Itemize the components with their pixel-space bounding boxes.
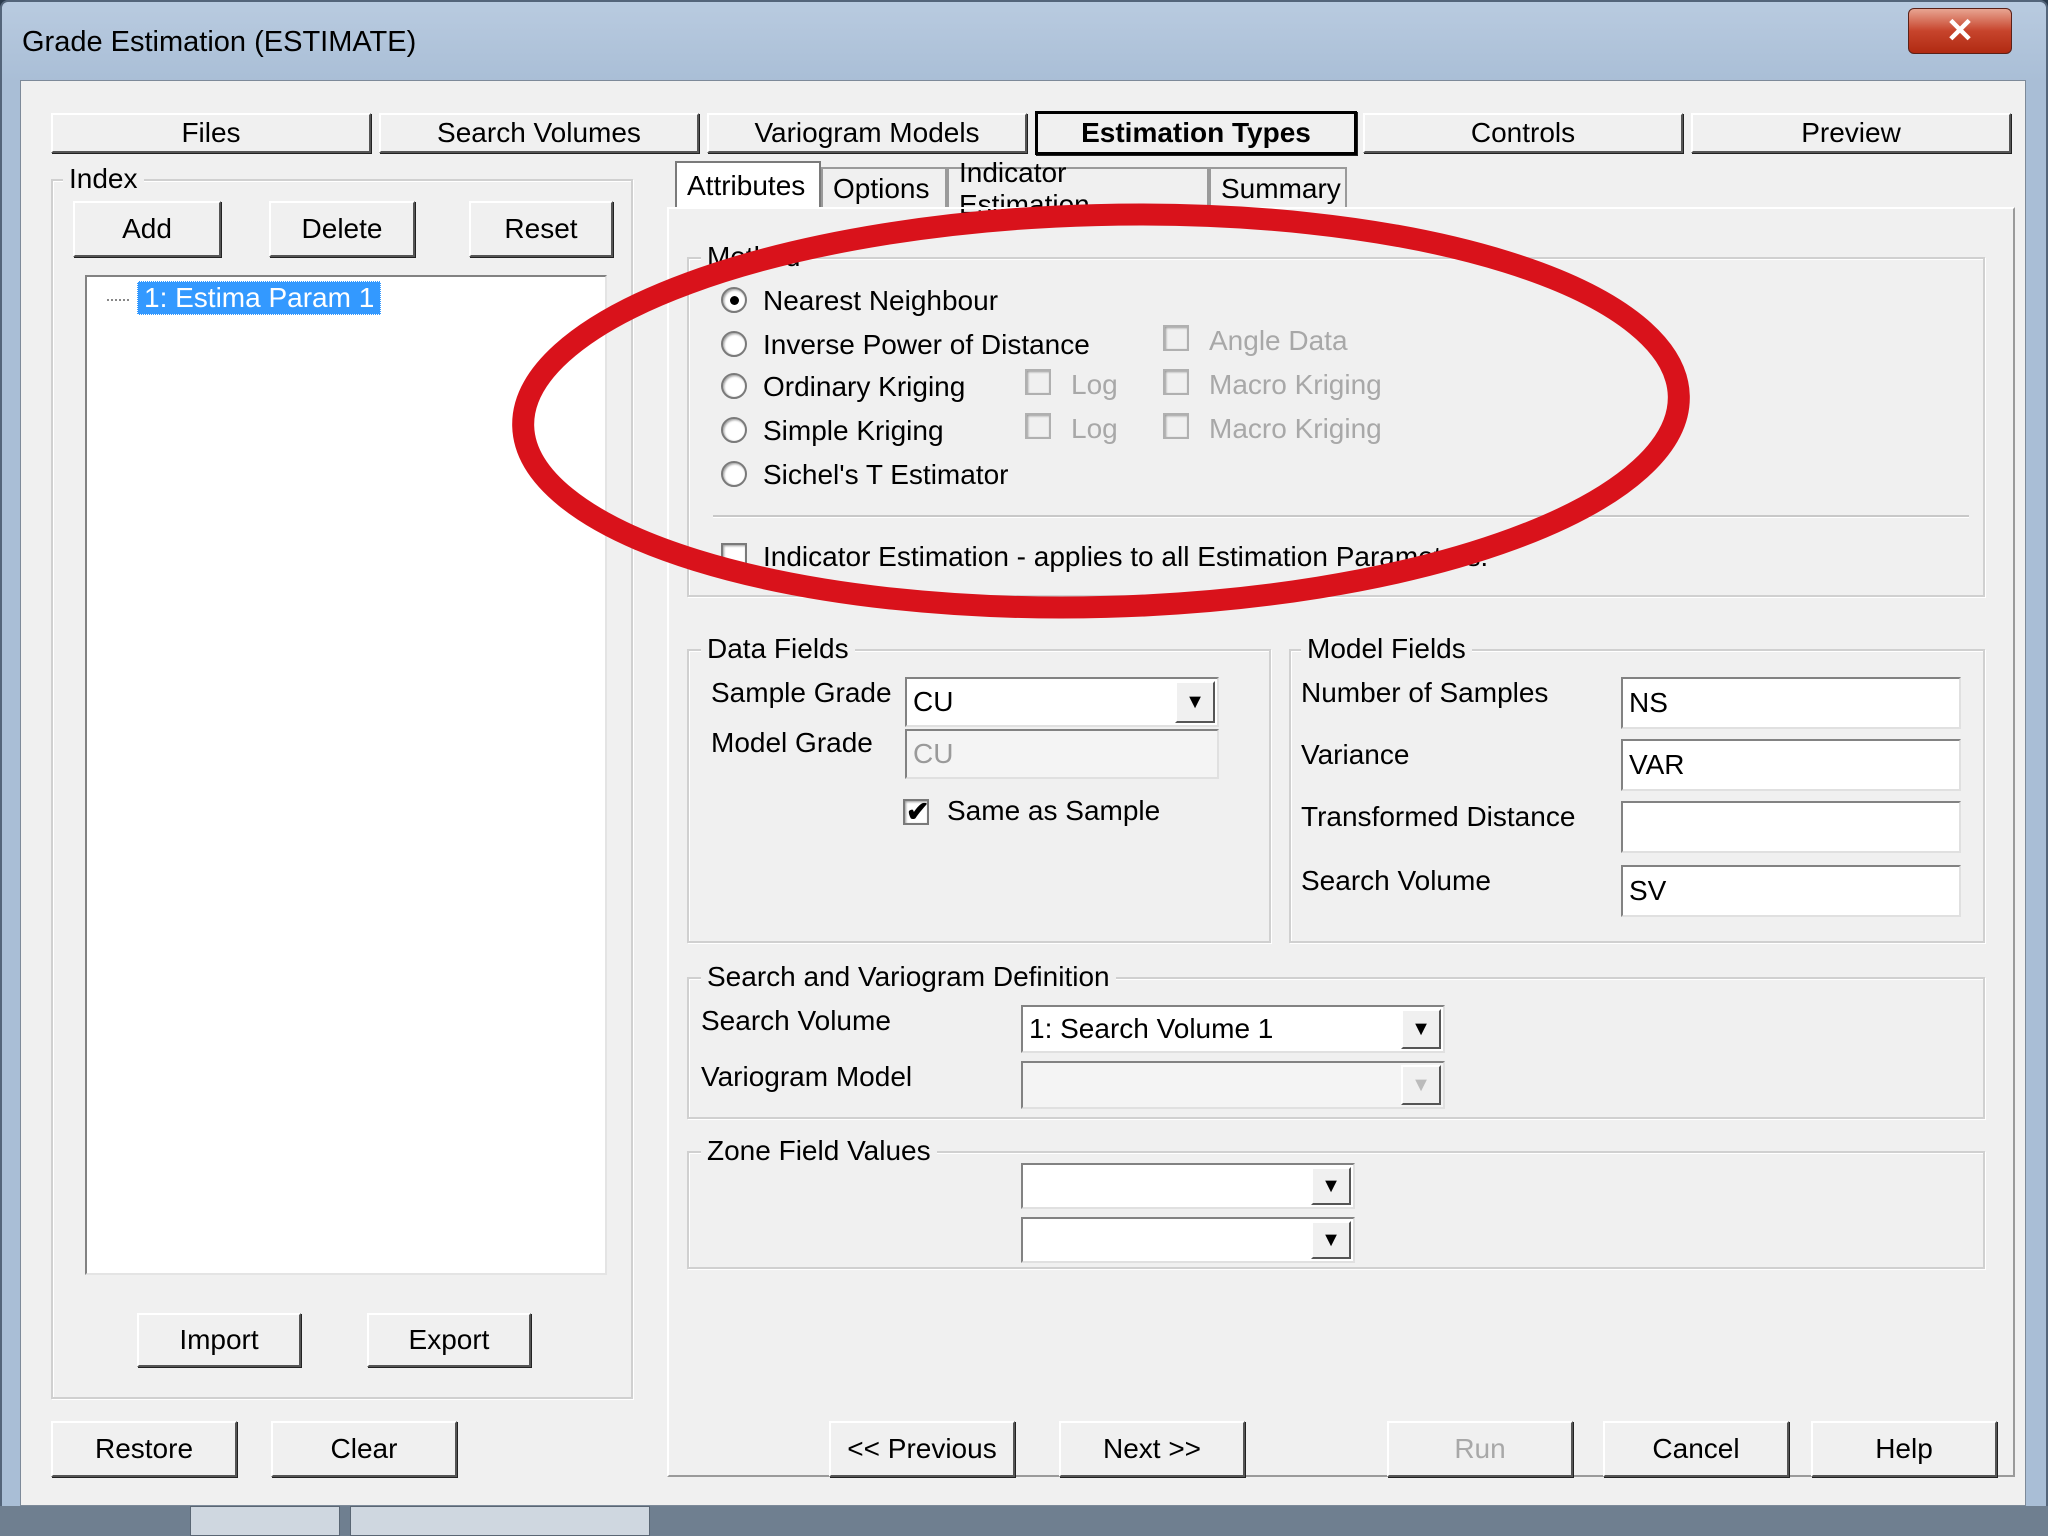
label-model-grade: Model Grade <box>711 727 873 758</box>
close-icon: ✕ <box>1945 12 1975 50</box>
data-fields-title: Data Fields <box>701 633 855 665</box>
transformed-distance-input[interactable] <box>1621 801 1961 853</box>
label-log-ordinary: Log <box>1071 369 1118 400</box>
method-separator <box>713 515 1969 518</box>
next-button[interactable]: Next >> <box>1059 1421 1245 1477</box>
label-log-simple: Log <box>1071 413 1118 444</box>
tab-summary[interactable]: Summary <box>1209 167 1347 209</box>
tab-variogram-models[interactable]: Variogram Models <box>707 113 1027 153</box>
tree-connector <box>107 299 129 301</box>
variogram-model-select[interactable]: ▼ <box>1021 1061 1445 1109</box>
label-same-as-sample: Same as Sample <box>947 795 1161 826</box>
window-title: Grade Estimation (ESTIMATE) <box>22 26 417 58</box>
chevron-down-icon[interactable]: ▼ <box>1311 1221 1351 1259</box>
chevron-down-icon[interactable]: ▼ <box>1401 1009 1441 1049</box>
sample-grade-select[interactable]: CU ▼ <box>905 677 1219 727</box>
checkbox-macro-kriging-ordinary[interactable] <box>1163 369 1189 395</box>
model-grade-value: CU <box>913 738 954 769</box>
previous-button[interactable]: << Previous <box>829 1421 1015 1477</box>
tab-controls[interactable]: Controls <box>1363 113 1683 153</box>
checkbox-macro-kriging-simple[interactable] <box>1163 413 1189 439</box>
search-volume-value: 1: Search Volume 1 <box>1029 1013 1274 1044</box>
clear-button[interactable]: Clear <box>271 1421 457 1477</box>
label-macro-kriging-ordinary: Macro Kriging <box>1209 369 1382 400</box>
model-fields-title: Model Fields <box>1301 633 1472 665</box>
label-sample-grade: Sample Grade <box>711 677 892 708</box>
cancel-button[interactable]: Cancel <box>1603 1421 1789 1477</box>
radio-simple-kriging[interactable] <box>721 417 747 443</box>
tab-options[interactable]: Options <box>821 167 947 209</box>
search-volume-select[interactable]: 1: Search Volume 1 ▼ <box>1021 1005 1445 1053</box>
radio-ordinary-kriging[interactable] <box>721 373 747 399</box>
delete-button[interactable]: Delete <box>269 201 415 257</box>
tree-item-estima-param-1[interactable]: 1: Estima Param 1 <box>137 281 382 315</box>
add-button[interactable]: Add <box>73 201 221 257</box>
search-volume-field-value: SV <box>1629 875 1667 906</box>
label-inverse-power: Inverse Power of Distance <box>763 329 1090 360</box>
help-button[interactable]: Help <box>1811 1421 1997 1477</box>
sample-grade-value: CU <box>913 686 954 717</box>
checkbox-indicator-estimation[interactable] <box>721 543 747 569</box>
label-angle-data: Angle Data <box>1209 325 1348 356</box>
run-button[interactable]: Run <box>1387 1421 1573 1477</box>
search-variogram-title: Search and Variogram Definition <box>701 961 1116 993</box>
index-tree[interactable]: 1: Estima Param 1 <box>85 275 607 1275</box>
dialog-window: Grade Estimation (ESTIMATE) ✕ Files Sear… <box>0 0 2048 1512</box>
variance-value: VAR <box>1629 749 1685 780</box>
label-variance: Variance <box>1301 739 1410 770</box>
chevron-down-icon[interactable]: ▼ <box>1311 1167 1351 1205</box>
label-transformed-distance: Transformed Distance <box>1301 801 1576 832</box>
zone-field-select-2[interactable]: ▼ <box>1021 1217 1355 1263</box>
search-volume-field-input[interactable]: SV <box>1621 865 1961 917</box>
index-group-title: Index <box>63 163 144 195</box>
label-simple-kriging: Simple Kriging <box>763 415 944 446</box>
checkbox-log-ordinary[interactable] <box>1025 369 1051 395</box>
close-button[interactable]: ✕ <box>1908 8 2012 54</box>
checkbox-angle-data[interactable] <box>1163 325 1189 351</box>
zone-field-select-1[interactable]: ▼ <box>1021 1163 1355 1209</box>
tab-estimation-types[interactable]: Estimation Types <box>1035 111 1357 155</box>
radio-inverse-power[interactable] <box>721 331 747 357</box>
tab-preview[interactable]: Preview <box>1691 113 2011 153</box>
import-button[interactable]: Import <box>137 1313 301 1367</box>
radio-sichels-t-estimator[interactable] <box>721 461 747 487</box>
number-of-samples-value: NS <box>1629 687 1668 718</box>
method-group-title: Method <box>701 241 807 273</box>
variance-input[interactable]: VAR <box>1621 739 1961 791</box>
label-search-volume: Search Volume <box>701 1005 891 1036</box>
label-indicator-estimation: Indicator Estimation - applies to all Es… <box>763 541 1489 572</box>
checkbox-same-as-sample[interactable] <box>903 795 929 828</box>
background-taskbar <box>0 1506 2048 1536</box>
background-tab-report[interactable] <box>350 1506 650 1536</box>
checkbox-log-simple[interactable] <box>1025 413 1051 439</box>
tab-attributes[interactable]: Attributes <box>675 161 821 209</box>
restore-button[interactable]: Restore <box>51 1421 237 1477</box>
label-variogram-model: Variogram Model <box>701 1061 913 1092</box>
label-search-volume-field: Search Volume <box>1301 865 1491 896</box>
label-macro-kriging-simple: Macro Kriging <box>1209 413 1382 444</box>
title-bar[interactable]: Grade Estimation (ESTIMATE) ✕ <box>2 2 2042 82</box>
export-button[interactable]: Export <box>367 1313 531 1367</box>
radio-nearest-neighbour[interactable] <box>721 287 747 313</box>
number-of-samples-input[interactable]: NS <box>1621 677 1961 729</box>
tab-files[interactable]: Files <box>51 113 371 153</box>
label-nearest-neighbour: Nearest Neighbour <box>763 285 999 316</box>
model-grade-field[interactable]: CU <box>905 729 1219 779</box>
tab-indicator-estimation[interactable]: Indicator Estimation <box>947 157 1209 220</box>
chevron-down-icon[interactable]: ▼ <box>1401 1065 1441 1105</box>
dialog-client-area: Files Search Volumes Variogram Models Es… <box>20 80 2026 1506</box>
reset-button[interactable]: Reset <box>469 201 613 257</box>
tab-search-volumes[interactable]: Search Volumes <box>379 113 699 153</box>
label-number-of-samples: Number of Samples <box>1301 677 1549 708</box>
chevron-down-icon[interactable]: ▼ <box>1175 681 1215 723</box>
label-ordinary-kriging: Ordinary Kriging <box>763 371 966 402</box>
label-sichels-t-estimator: Sichel's T Estimator <box>763 459 1009 490</box>
zone-field-values-title: Zone Field Values <box>701 1135 937 1167</box>
background-tab-output[interactable] <box>190 1506 340 1536</box>
